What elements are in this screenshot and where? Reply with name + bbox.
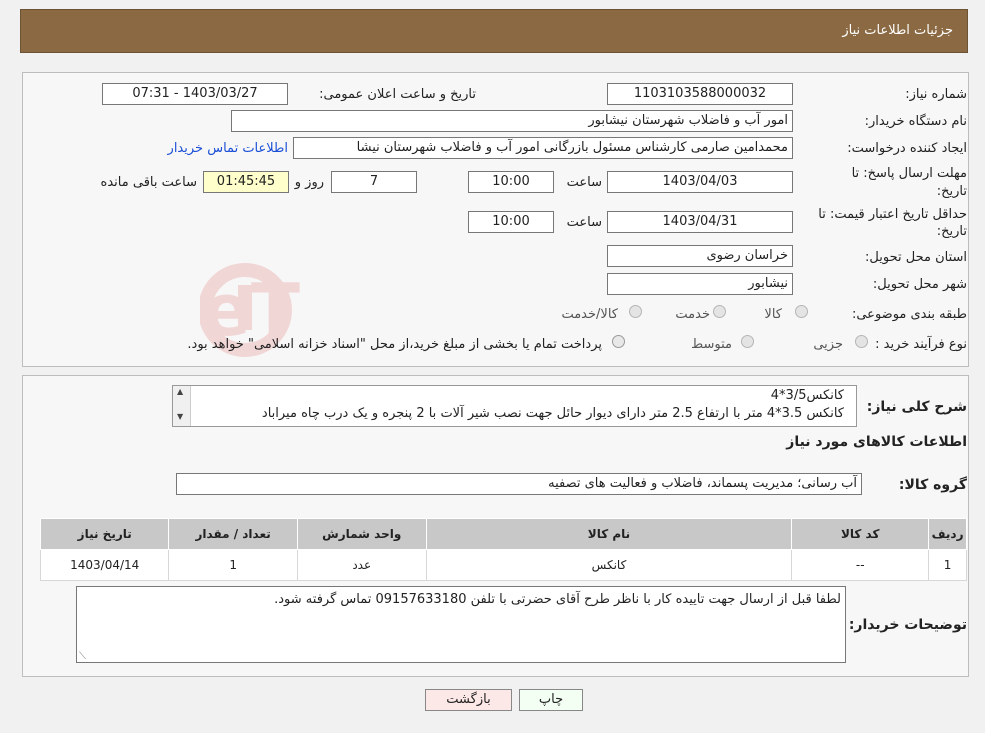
resize-handle-icon[interactable]: ⟋	[79, 651, 86, 662]
days-word: روز و	[294, 175, 324, 190]
category-radio-goods[interactable]	[795, 305, 808, 318]
process-note: پرداخت تمام یا بخشی از مبلغ خرید،از محل …	[187, 337, 602, 352]
goods-table-header: ردیف کد کالا نام کالا واحد شمارش تعداد /…	[39, 518, 967, 550]
buyer-org-label: نام دستگاه خریدار:	[864, 114, 967, 129]
deadline-label: مهلت ارسال پاسخ: تا	[851, 166, 967, 181]
deadline-date-field: 1403/04/03	[607, 171, 793, 193]
announce-field: 1403/03/27 - 07:31	[102, 83, 288, 105]
category-radio-service[interactable]	[713, 305, 726, 318]
process-radio-minor[interactable]	[855, 335, 868, 348]
process-treasury-checkbox[interactable]	[612, 335, 625, 348]
table-row: 1 -- کانکس عدد 1 1403/04/14	[39, 549, 967, 581]
cell-need-date: 1403/04/14	[39, 549, 170, 581]
deadline-time-word: ساعت	[566, 175, 602, 190]
validity-time-word: ساعت	[566, 215, 602, 230]
cell-quantity: 1	[168, 549, 298, 581]
announce-label: تاریخ و ساعت اعلان عمومی:	[319, 87, 476, 102]
col-need-date: تاریخ نیاز	[39, 518, 170, 550]
process-label: نوع فرآیند خرید :	[875, 337, 967, 352]
category-option-goods: کالا	[764, 307, 782, 322]
validity-time-field: 10:00	[468, 211, 554, 233]
days-field: 7	[331, 171, 417, 193]
scroll-down-icon: ▼	[177, 412, 184, 421]
description-scrollbar[interactable]: ▲ ▼	[173, 386, 191, 426]
description-box[interactable]: کانکس3/5*4 کانکس 3.5*4 متر با ارتفاع 2.5…	[172, 385, 857, 427]
process-option-minor: جزیی	[813, 337, 843, 352]
category-option-goods-service: کالا/خدمت	[561, 307, 618, 322]
remaining-word: ساعت باقی مانده	[100, 175, 197, 190]
process-option-medium: متوسط	[691, 337, 732, 352]
buyer-org-field: امور آب و فاضلاب شهرستان نیشابور	[231, 110, 793, 132]
province-field: خراسان رضوی	[607, 245, 793, 267]
city-label: شهر محل تحویل:	[872, 277, 967, 292]
category-option-service: خدمت	[675, 307, 710, 322]
page-header: جزئیات اطلاعات نیاز	[20, 9, 968, 53]
description-line-2: کانکس 3.5*4 متر با ارتفاع 2.5 متر دارای …	[261, 406, 844, 421]
deadline-time-field: 10:00	[468, 171, 554, 193]
col-code: کد کالا	[791, 518, 930, 550]
creator-field: محمدامین صارمی کارشناس مسئول بازرگانی ام…	[293, 137, 793, 159]
buyer-notes-text: لطفا قبل از ارسال جهت تاییده کار با ناظر…	[274, 592, 841, 607]
validity-label-2: تاریخ:	[936, 224, 967, 239]
buyer-contact-link[interactable]: اطلاعات تماس خریدار	[168, 141, 288, 156]
category-label: طبقه بندی موضوعی:	[851, 307, 967, 322]
buyer-notes-box[interactable]: لطفا قبل از ارسال جهت تاییده کار با ناظر…	[76, 586, 846, 663]
goods-table: ردیف کد کالا نام کالا واحد شمارش تعداد /…	[39, 518, 967, 581]
remaining-time-field: 01:45:45	[203, 171, 289, 193]
city-field: نیشابور	[607, 273, 793, 295]
deadline-label-2: تاریخ:	[936, 184, 967, 199]
cell-unit: عدد	[296, 549, 427, 581]
scroll-up-icon: ▲	[177, 387, 184, 396]
col-quantity: تعداد / مقدار	[168, 518, 298, 550]
goods-group-field: آب رسانی؛ مدیریت پسماند، فاضلاب و فعالیت…	[176, 473, 862, 495]
back-button[interactable]: بازگشت	[425, 689, 512, 711]
need-number-label: شماره نیاز:	[905, 87, 967, 102]
description-line-1: کانکس3/5*4	[770, 388, 844, 403]
validity-label: حداقل تاریخ اعتبار قیمت: تا	[818, 207, 967, 222]
print-button[interactable]: چاپ	[519, 689, 583, 711]
col-name: نام کالا	[425, 518, 793, 550]
process-radio-medium[interactable]	[741, 335, 754, 348]
goods-group-label: گروه کالا:	[898, 477, 967, 493]
col-row: ردیف	[928, 518, 967, 550]
buyer-notes-label: توضیحات خریدار:	[848, 617, 967, 633]
cell-row: 1	[928, 549, 967, 581]
category-radio-goods-service[interactable]	[629, 305, 642, 318]
need-number-field: 1103103588000032	[607, 83, 793, 105]
creator-label: ایجاد کننده درخواست:	[847, 141, 967, 156]
col-unit: واحد شمارش	[296, 518, 427, 550]
page-title: جزئیات اطلاعات نیاز	[842, 23, 953, 38]
province-label: استان محل تحویل:	[865, 250, 967, 265]
cell-code: --	[791, 549, 930, 581]
validity-date-field: 1403/04/31	[607, 211, 793, 233]
description-label: شرح کلی نیاز:	[866, 399, 967, 415]
goods-info-title: اطلاعات کالاهای مورد نیاز	[786, 434, 967, 450]
cell-name: کانکس	[425, 549, 793, 581]
